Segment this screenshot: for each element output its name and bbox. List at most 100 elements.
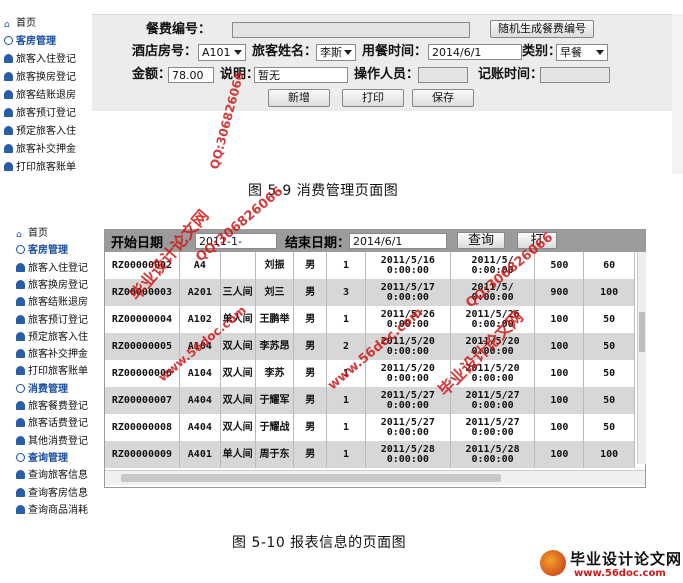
sidebar-item[interactable]: 旅客预订登记: [12, 313, 88, 329]
save-button[interactable]: 保存: [412, 89, 474, 107]
sidebar-item[interactable]: 预定旅客入住: [12, 330, 88, 346]
sidebar-item-label: 旅客结账退房: [16, 90, 76, 101]
sidebar-item[interactable]: 旅客结账退房: [0, 88, 76, 104]
user-icon: [4, 126, 13, 135]
sidebar-item-label: 客房管理: [16, 36, 56, 47]
user-icon: [16, 504, 25, 514]
sidebar-item[interactable]: 旅客补交押金: [12, 347, 88, 363]
sidebar-item[interactable]: ⌂ 首页: [12, 226, 48, 242]
table-row[interactable]: RZ00000008 A404 双人间 于耀战男 1 2011/5/27 0:00:00 2…: [105, 414, 635, 441]
table-row[interactable]: RZ00000004 A102 单人间 王鹏举男 1 2011/5/26 0:00:00 2…: [105, 306, 635, 333]
user-icon: [4, 90, 13, 99]
table-cell: 2011/5/17 0:00:00: [365, 279, 451, 306]
table-row[interactable]: RZ00000002 A4 刘振男 1 2011/5/16 0:00:00 2011/5/…: [105, 252, 635, 279]
table-row[interactable]: RZ00000009 A401 单人间 周于东男 1 2011/5/28 0:00:00 2…: [105, 441, 635, 468]
user-icon: [4, 162, 13, 171]
sidebar-item-label: 旅客补交押金: [16, 144, 76, 155]
table-cell: 1: [326, 252, 366, 279]
sidebar-item[interactable]: 旅客入住登记: [12, 261, 88, 277]
scroll-thumb[interactable]: [639, 312, 645, 352]
sidebar-item[interactable]: 预定旅客入住: [0, 124, 76, 140]
sidebar-item[interactable]: 查询旅客信息: [12, 468, 88, 484]
sidebar-item[interactable]: 客房管理: [12, 243, 68, 259]
sidebar-item-label: 旅客换房登记: [16, 72, 76, 83]
meal-no-input[interactable]: [232, 22, 470, 38]
table-cell: 3: [326, 279, 366, 306]
sidebar-item-label: 预定旅客入住: [28, 331, 88, 343]
table-cell: 周于东: [255, 441, 295, 468]
sidebar-item[interactable]: ⌂ 首页: [0, 16, 36, 32]
sidebar-item[interactable]: 旅客换房登记: [12, 278, 88, 294]
record-time-input[interactable]: [540, 67, 610, 83]
sidebar-item-label: 查询管理: [28, 452, 68, 464]
sidebar-item-label: 旅客餐费登记: [28, 401, 88, 412]
print-button[interactable]: 打印: [342, 89, 404, 107]
operator-input[interactable]: [418, 67, 468, 83]
table-cell: 100: [583, 279, 635, 306]
table-cell: 男: [293, 387, 328, 414]
sidebar-item[interactable]: 旅客补交押金: [0, 142, 76, 158]
table-row[interactable]: RZ00000003 A201 三人间 刘三男 3 2011/5/17 0:00:00 20…: [105, 279, 635, 306]
table-row[interactable]: RZ00000007 A404 双人间 于耀军男 1 2011/5/27 0:00:00 2…: [105, 387, 635, 414]
table-cell: 2011/5/27 0:00:00: [365, 414, 451, 441]
table-cell: 2011/5/27 0:00:00: [450, 387, 536, 414]
sidebar-item[interactable]: 查询客房信息: [12, 486, 88, 502]
sidebar-item[interactable]: 打印旅客账单: [0, 160, 76, 176]
chevron-down-icon: [596, 50, 604, 55]
generate-meal-no-button[interactable]: 随机生成餐费编号: [490, 20, 594, 38]
table-cell: 男: [293, 279, 328, 306]
room-label: 酒店房号：: [132, 44, 198, 59]
sidebar-item-label: 旅客入住登记: [28, 262, 88, 274]
sidebar-item[interactable]: 查询管理: [12, 451, 68, 467]
add-button[interactable]: 新增: [268, 89, 330, 107]
table-cell: 男: [293, 333, 328, 360]
guest-select[interactable]: 李斯: [316, 44, 356, 61]
user-icon: [4, 54, 13, 63]
query-button[interactable]: 查询: [457, 232, 505, 249]
sidebar-item[interactable]: 其他消费登记: [12, 434, 88, 450]
sidebar-item[interactable]: 旅客换房登记: [0, 70, 76, 86]
sidebar-item[interactable]: 旅客入住登记: [0, 52, 76, 68]
sidebar-item[interactable]: 消费管理: [12, 382, 68, 398]
user-icon: [16, 314, 25, 324]
sidebar-item-label: 打印旅客账单: [28, 366, 88, 378]
vertical-scrollbar[interactable]: [637, 252, 646, 464]
sidebar-item-label: 查询旅客信息: [28, 470, 88, 482]
sidebar-item-label: 首页: [16, 18, 36, 29]
sidebar-item-label: 其他消费登记: [28, 435, 88, 447]
time-input[interactable]: 2014/6/1: [428, 44, 522, 60]
end-date-input[interactable]: 2014/6/1: [349, 233, 447, 249]
user-icon: [16, 401, 25, 410]
sidebar-item-label: 查询商品消耗: [28, 504, 88, 516]
table-cell: 1: [326, 441, 366, 468]
table-cell: 双人间: [220, 387, 256, 414]
type-select[interactable]: 早餐: [556, 44, 608, 61]
meal-no-label: 餐费编号：: [146, 22, 212, 37]
room-select[interactable]: A101: [198, 44, 246, 61]
sidebar-item[interactable]: 旅客餐费登记: [12, 399, 88, 415]
horizontal-scrollbar[interactable]: [105, 470, 645, 485]
user-icon: [4, 72, 13, 81]
sidebar-item[interactable]: 打印旅客账单: [12, 364, 88, 380]
table-cell: 男: [293, 360, 328, 387]
sidebar-item[interactable]: 客房管理: [0, 34, 56, 50]
user-icon: [16, 279, 25, 289]
table-cell: 双人间: [220, 414, 256, 441]
collapse-icon: [16, 452, 25, 462]
sidebar-nav: ⌂ 首页 客房管理旅客入住登记旅客换房登记 旅客结账退房 旅客预订登记预定旅客入住旅客补…: [0, 226, 104, 520]
amount-input[interactable]: 78.00: [168, 67, 214, 83]
note-input[interactable]: 暂无: [254, 67, 348, 83]
table-cell: 100: [534, 441, 585, 468]
scroll-thumb[interactable]: [121, 474, 501, 482]
table-cell: 双人间: [220, 333, 256, 360]
sidebar-item[interactable]: 旅客结账退房: [12, 295, 88, 311]
table-cell: 李苏: [255, 360, 295, 387]
type-value: 早餐: [560, 46, 582, 59]
table-cell: [220, 252, 256, 279]
sidebar-item[interactable]: 查询商品消耗: [12, 503, 88, 519]
sidebar-item[interactable]: 旅客话费登记: [12, 416, 88, 432]
table-cell: RZ00000005: [105, 333, 180, 360]
table-cell: 男: [293, 306, 328, 333]
consumption-management-screenshot: ⌂ 首页客房管理旅客入住登记旅客换房登记 旅客结账退房旅客预订登记 预定旅客入住旅客补…: [0, 0, 683, 178]
sidebar-item[interactable]: 旅客预订登记: [0, 106, 76, 122]
